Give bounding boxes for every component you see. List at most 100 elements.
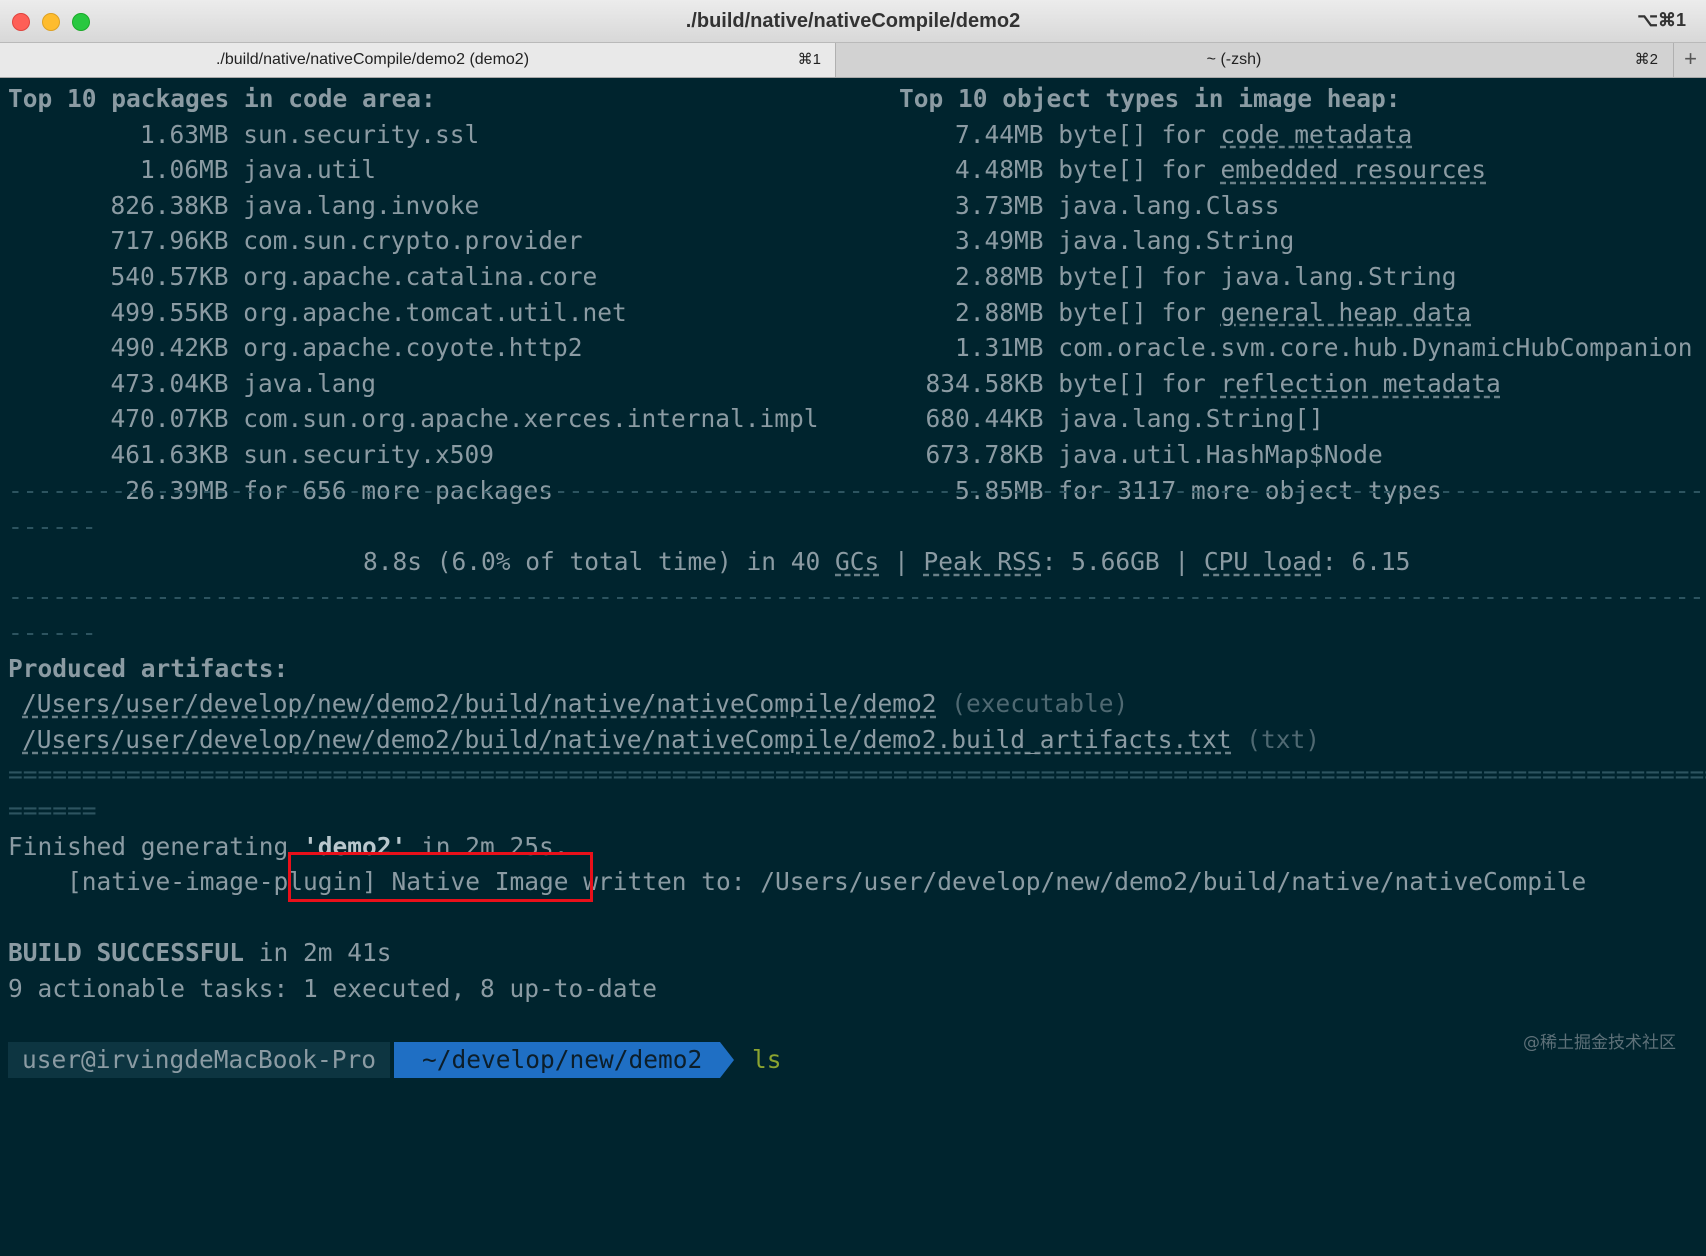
package-row: 1.63MB sun.security.ssl [8, 117, 479, 153]
package-size: 461.63KB [110, 440, 229, 469]
package-size: 473.04KB [110, 368, 229, 398]
title-bar: ./build/native/nativeCompile/demo2 ⌥⌘1 [0, 0, 1706, 43]
pipe: | [1159, 547, 1204, 576]
package-row: 473.04KB java.lang [8, 366, 376, 402]
object-type: byte[] for [1058, 297, 1221, 327]
package-size: 490.42KB [110, 333, 229, 363]
finished-prefix: Finished generating [8, 832, 304, 861]
package-size: 826.38KB [110, 190, 229, 220]
object-type: com.oracle.svm.core.hub.DynamicHubCompan… [1058, 333, 1693, 363]
object-type-row: 3.49MB java.lang.String [823, 223, 1294, 259]
build-line: BUILD SUCCESSFUL in 2m 41s [8, 935, 392, 971]
object-type-row: 1.31MB com.oracle.svm.core.hub.DynamicHu… [823, 330, 1693, 366]
package-row: 499.55KB org.apache.tomcat.util.net [8, 295, 627, 331]
tab-label: ./build/native/nativeCompile/demo2 (demo… [215, 51, 530, 68]
object-type-row: 3.73MB java.lang.Class [823, 188, 1280, 224]
object-category: code metadata [1220, 119, 1413, 149]
package-size: 470.07KB [110, 404, 229, 434]
separator-line: ----------------------------------------… [8, 476, 1706, 505]
package-row: 717.96KB com.sun.crypto.provider [8, 223, 582, 259]
object-type-row: 4.48MB byte[] for embedded resources [823, 152, 1486, 188]
gc-time: 8.8s (6.0% of total time) in 40 [363, 547, 836, 576]
artifacts-header: Produced artifacts: [8, 654, 289, 683]
object-category: reflection metadata [1220, 368, 1501, 398]
package-row: 1.06MB java.util [8, 152, 376, 188]
separator-line-double-tail: ====== [8, 796, 97, 825]
package-name: java.lang.invoke [243, 190, 480, 220]
tab-bar: ./build/native/nativeCompile/demo2 (demo… [0, 43, 1706, 78]
object-type: byte[] for [1058, 368, 1221, 398]
new-tab-button[interactable]: + [1673, 43, 1706, 77]
object-size: 834.58KB [925, 368, 1044, 398]
package-row: 461.63KB sun.security.x509 [8, 437, 494, 473]
tasks-line: 9 actionable tasks: 1 executed, 8 up-to-… [8, 974, 658, 1003]
package-size: 540.57KB [110, 262, 229, 291]
package-name: org.apache.tomcat.util.net [243, 297, 627, 327]
package-name: org.apache.coyote.http2 [243, 333, 583, 363]
separator-line: ----------------------------------------… [8, 582, 1706, 611]
packages-header: Top 10 packages in code area: [8, 84, 436, 113]
separator-line-tail: ------ [8, 618, 97, 647]
terminal-output[interactable]: Top 10 packages in code area: 1.63MB sun… [8, 81, 1706, 1076]
object-category: embedded resources [1220, 155, 1487, 185]
build-status: BUILD SUCCESSFUL [8, 938, 245, 967]
object-size: 2.88MB [954, 262, 1044, 291]
object-size: 2.88MB [954, 297, 1044, 327]
separator-line-double: ========================================… [8, 760, 1706, 789]
prompt-path: ~/develop/new/demo2 [422, 1045, 703, 1074]
package-row: 470.07KB com.sun.org.apache.xerces.inter… [8, 401, 819, 437]
peak-rss-label: Peak RSS [923, 547, 1042, 576]
object-type-row: 673.78KB java.util.HashMap$Node [823, 437, 1383, 473]
tab-zsh[interactable]: ~ (-zsh) ⌘2 [836, 43, 1672, 77]
package-name: java.lang [243, 368, 377, 398]
object-type-row: 2.88MB byte[] for general heap data [823, 295, 1471, 331]
artifact-txt: /Users/user/develop/new/demo2/build/nati… [22, 722, 1320, 758]
package-name: com.sun.org.apache.xerces.internal.impl [243, 404, 819, 434]
tab-demo2[interactable]: ./build/native/nativeCompile/demo2 (demo… [0, 43, 836, 77]
object-type: byte[] for [1058, 119, 1221, 149]
object-size: 673.78KB [925, 440, 1044, 469]
package-name: sun.security.ssl [243, 119, 480, 149]
object-type: byte[] for java.lang.String [1058, 262, 1457, 291]
cpu-load-value: : 6.15 [1321, 547, 1411, 576]
object-type-row: 680.44KB java.lang.String[] [823, 401, 1323, 437]
prompt-user-segment: user@irvingdeMacBook-Pro [8, 1042, 391, 1078]
object-category: general heap data [1220, 297, 1472, 327]
watermark: @稀土掘金技术社区 [1523, 1033, 1676, 1053]
highlight-annotation [288, 852, 593, 902]
stats-line: 8.8s (6.0% of total time) in 40 GCs | Pe… [363, 544, 1410, 580]
object-type: byte[] for [1058, 155, 1221, 185]
package-row: 540.57KB org.apache.catalina.core [8, 259, 597, 295]
object-size: 4.48MB [954, 155, 1044, 185]
objects-header: Top 10 object types in image heap: [899, 84, 1401, 113]
object-type-row: 7.44MB byte[] for code metadata [823, 117, 1412, 153]
artifact-path[interactable]: /Users/user/develop/new/demo2/build/nati… [22, 689, 937, 718]
prompt-separator-arrow [720, 1042, 734, 1078]
artifact-kind: (txt) [1246, 725, 1321, 754]
object-size: 680.44KB [925, 404, 1044, 434]
package-row: 490.42KB org.apache.coyote.http2 [8, 330, 583, 366]
package-name: java.util [243, 155, 377, 185]
window-title: ./build/native/nativeCompile/demo2 [685, 10, 1021, 32]
plugin-line: [native-image-plugin] Native Image writt… [8, 867, 1587, 896]
tab-label: ~ (-zsh) [1206, 51, 1262, 68]
object-size: 3.73MB [954, 190, 1044, 220]
object-type: java.lang.Class [1058, 190, 1280, 220]
peak-rss-value: : 5.66GB [1041, 547, 1160, 576]
object-type: java.util.HashMap$Node [1058, 440, 1383, 469]
artifact-path[interactable]: /Users/user/develop/new/demo2/build/nati… [22, 725, 1232, 754]
package-size: 717.96KB [110, 226, 229, 256]
gcs-label: GCs [835, 547, 880, 576]
package-name: sun.security.x509 [243, 440, 495, 469]
object-size: 7.44MB [954, 119, 1044, 149]
object-type-row: 834.58KB byte[] for reflection metadata [823, 366, 1501, 402]
package-name: org.apache.catalina.core [243, 262, 598, 291]
cpu-load-label: CPU load [1203, 547, 1322, 576]
build-duration: in 2m 41s [244, 938, 392, 967]
command-input[interactable]: ls [752, 1042, 782, 1078]
package-size: 499.55KB [110, 297, 229, 327]
package-size: 1.06MB [139, 155, 229, 185]
object-size: 3.49MB [954, 226, 1044, 256]
artifact-kind: (executable) [951, 689, 1129, 718]
tab-shortcut: ⌘2 [1634, 51, 1658, 68]
